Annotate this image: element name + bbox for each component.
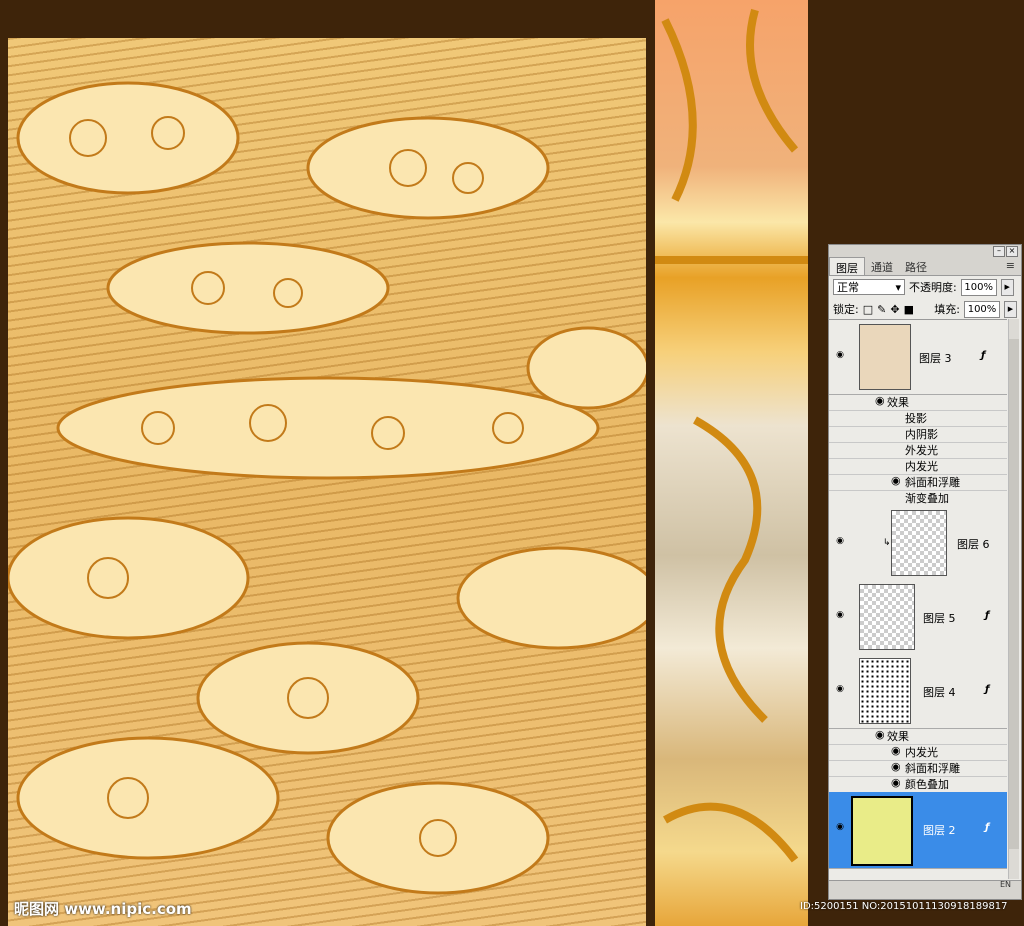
watermark-right: ID:5200151 NO:20151011130918189817 [800, 901, 1008, 912]
layer-row-6[interactable]: ◉ ↳ 图层 6 [829, 506, 1007, 581]
blend-row: 正常 ▾ 不透明度: 100% ▶ [829, 276, 1021, 298]
fill-input[interactable]: 100% [964, 300, 1000, 318]
fx-icon[interactable]: ƒ [985, 610, 989, 621]
layer-thumbnail [851, 796, 913, 866]
chevron-down-icon: ▾ [895, 280, 901, 294]
artwork-canvas[interactable] [8, 38, 646, 926]
minimize-icon[interactable]: – [993, 246, 1005, 257]
fx-icon[interactable]: ƒ [985, 822, 989, 833]
effect-item[interactable]: 内阴影 [829, 426, 1007, 443]
effect-item[interactable]: ◉ 颜色叠加 [829, 776, 1007, 793]
layer-name[interactable]: 图层 3 [919, 350, 952, 366]
input-indicator: EN [1000, 880, 1012, 889]
layer-thumbnail [859, 658, 911, 724]
layers-panel[interactable]: – × 图层 通道 路径 ≡ 正常 ▾ 不透明度: 100% ▶ 锁定: □ ✎… [828, 244, 1022, 900]
lock-label: 锁定: [833, 303, 859, 316]
effect-item[interactable]: ◉ 斜面和浮雕 [829, 760, 1007, 777]
eye-icon[interactable]: ◉ [891, 744, 901, 757]
scrollbar-thumb[interactable] [1009, 339, 1019, 849]
layer-row-3[interactable]: ◉ 图层 3 ƒ [829, 320, 1007, 395]
layer-thumbnail [859, 324, 911, 390]
layer-name[interactable]: 图层 6 [957, 536, 990, 552]
eye-icon[interactable]: ◉ [891, 474, 901, 487]
effect-item[interactable]: 内发光 [829, 458, 1007, 475]
blend-mode-select[interactable]: 正常 ▾ [833, 279, 905, 295]
layers-scrollbar[interactable] [1008, 319, 1019, 879]
lock-image-icon[interactable]: ✎ [877, 303, 886, 316]
watermark-left: 昵图网 www.nipic.com [14, 900, 192, 918]
lock-all-icon[interactable]: ■ [904, 303, 914, 316]
layer-thumbnail [859, 584, 915, 650]
eye-icon[interactable]: ◉ [833, 536, 847, 546]
tab-paths[interactable]: 路径 [899, 257, 933, 275]
lock-row: 锁定: □ ✎ ✥ ■ 填充: 100% ▶ [829, 298, 1021, 320]
lock-transparent-icon[interactable]: □ [863, 303, 873, 316]
effects-group[interactable]: ◉ 效果 [829, 728, 1007, 745]
blend-mode-value: 正常 [837, 281, 859, 294]
eye-icon[interactable]: ◉ [833, 822, 847, 832]
panel-menu-icon[interactable]: ≡ [1000, 257, 1021, 275]
layer-name[interactable]: 图层 5 [923, 610, 956, 626]
effect-item[interactable]: 投影 [829, 410, 1007, 427]
effect-item[interactable]: 渐变叠加 [829, 490, 1007, 507]
opacity-slider-button[interactable]: ▶ [1000, 278, 1014, 296]
eye-icon[interactable]: ◉ [875, 728, 885, 741]
opacity-input[interactable]: 100% [960, 278, 997, 296]
tab-channels[interactable]: 通道 [865, 257, 899, 275]
fill-slider-button[interactable]: ▶ [1004, 300, 1017, 318]
fx-icon[interactable]: ƒ [981, 350, 985, 361]
eye-icon[interactable]: ◉ [891, 760, 901, 773]
eye-icon[interactable]: ◉ [833, 684, 847, 694]
eye-icon[interactable]: ◉ [833, 610, 847, 620]
lock-position-icon[interactable]: ✥ [890, 303, 899, 316]
layer-name[interactable]: 图层 2 [923, 822, 956, 838]
zoomed-detail-view [655, 0, 808, 926]
layers-list[interactable]: ◉ 图层 3 ƒ ◉ 效果 投影 内阴影 外发光 内发光 ◉ 斜面和浮雕 渐变叠… [829, 319, 1007, 880]
effect-item[interactable]: ◉ 内发光 [829, 744, 1007, 761]
close-icon[interactable]: × [1006, 246, 1018, 257]
layer-thumbnail [891, 510, 947, 576]
effects-label: 效果 [887, 396, 909, 409]
layer-row-2[interactable]: ◉ 图层 2 ƒ [829, 792, 1007, 869]
effect-item[interactable]: 外发光 [829, 442, 1007, 459]
layer-row-4[interactable]: ◉ 图层 4 ƒ [829, 654, 1007, 729]
layer-row-5[interactable]: ◉ 图层 5 ƒ [829, 580, 1007, 655]
effects-group[interactable]: ◉ 效果 [829, 394, 1007, 411]
panel-titlebar[interactable]: – × [829, 245, 1021, 257]
fx-icon[interactable]: ƒ [985, 684, 989, 695]
effect-item[interactable]: ◉ 斜面和浮雕 [829, 474, 1007, 491]
clipping-mask-icon: ↳ [883, 538, 891, 548]
eye-icon[interactable]: ◉ [891, 776, 901, 789]
fill-label: 填充: [934, 303, 960, 316]
eye-icon[interactable]: ◉ [875, 394, 885, 407]
effects-label: 效果 [887, 730, 909, 743]
panel-tabs: 图层 通道 路径 ≡ [829, 257, 1021, 276]
eye-icon[interactable]: ◉ [833, 350, 847, 360]
cloud-pattern-art [8, 81, 646, 895]
opacity-label: 不透明度: [909, 281, 957, 294]
zoomed-detail-art [655, 8, 808, 863]
panel-bottom-bar [829, 880, 1021, 899]
tab-layers[interactable]: 图层 [829, 257, 865, 275]
layer-name[interactable]: 图层 4 [923, 684, 956, 700]
